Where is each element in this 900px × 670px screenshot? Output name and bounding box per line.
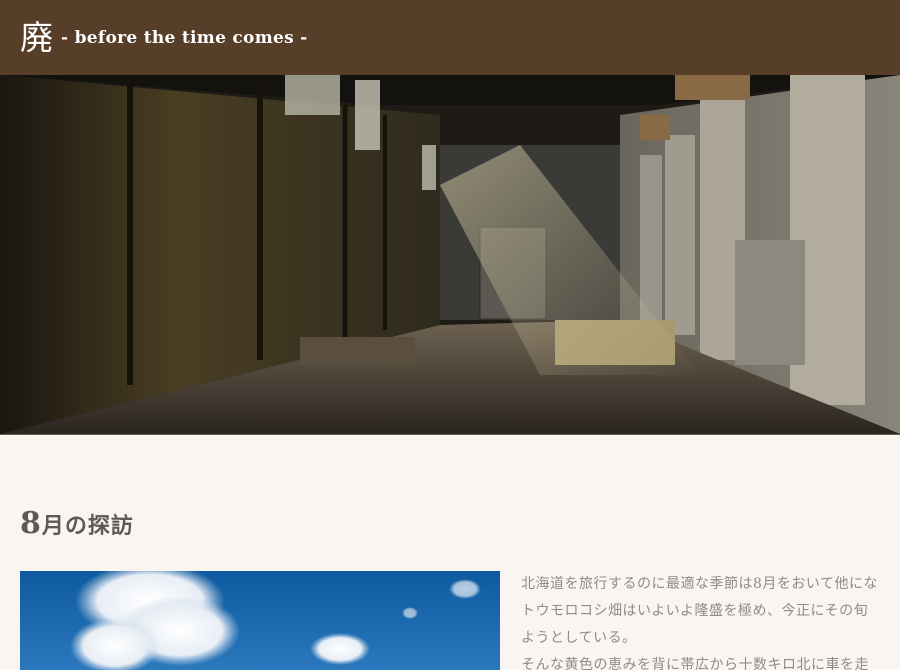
site-logo-subtitle[interactable]: - before the time comes - (61, 28, 308, 48)
article-image (20, 571, 500, 670)
article-line-1: 北海道を旅行するのに最適な季節は8月をおいて他にな (521, 576, 878, 592)
article-title-number: 8 (20, 506, 42, 542)
article-body: 北海道を旅行するのに最適な季節は8月をおいて他にな トウモロコシ畑はいよいよ隆盛… (521, 571, 900, 670)
article-line-3: ようとしている。 (521, 630, 637, 646)
article-line-2: トウモロコシ畑はいよいよ隆盛を極め、今正にその旬 (521, 603, 869, 619)
article-title-text: 月の探訪 (41, 513, 134, 540)
article-title[interactable]: 8月の探訪 (20, 506, 134, 541)
site-logo-kanji[interactable]: 廃 (20, 21, 53, 54)
hero-image (0, 75, 900, 435)
site-header: 廃 - before the time comes - (0, 0, 900, 75)
article-line-4: そんな黄色の恵みを背に帯広から十数キロ北に車を走 (521, 657, 869, 670)
abandoned-factory-photo-icon (0, 75, 900, 434)
blue-sky-clouds-photo-icon (20, 571, 500, 670)
